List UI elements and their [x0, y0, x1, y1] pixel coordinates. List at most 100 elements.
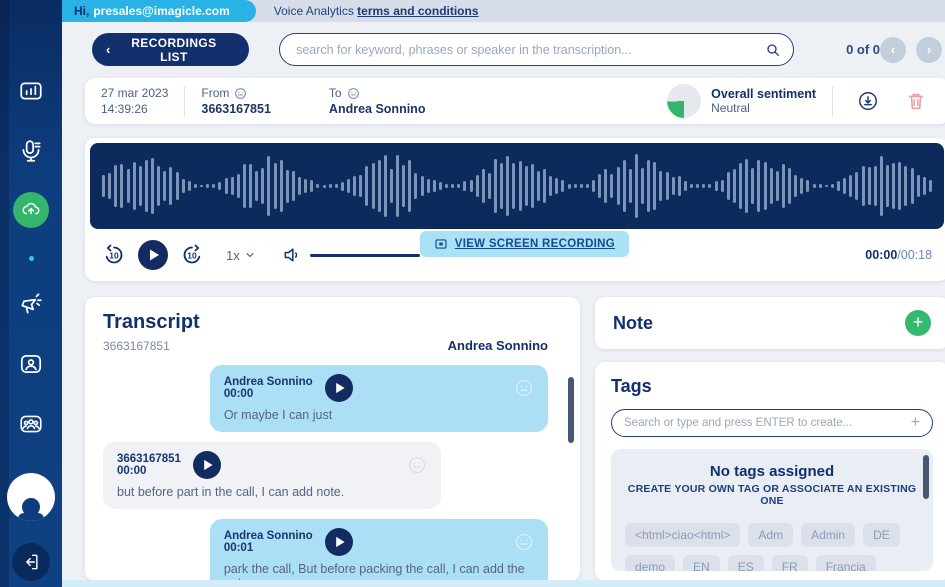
waveform-bar: [280, 160, 283, 212]
note-panel: Note +: [595, 297, 945, 349]
recording-from: From 3663167851: [185, 86, 287, 116]
volume-icon[interactable]: [282, 245, 302, 265]
waveform-bar: [176, 172, 179, 199]
divider: [832, 86, 833, 116]
bubble-play-button[interactable]: [325, 528, 353, 556]
waveform-bar: [396, 155, 399, 216]
waveform-bar: [561, 180, 564, 192]
waveform-bar: [218, 182, 221, 191]
waveform-bar: [604, 169, 607, 202]
scrollbar-thumb[interactable]: [568, 377, 574, 443]
playback-speed-selector[interactable]: 1x: [226, 248, 256, 263]
search-input[interactable]: [296, 43, 765, 57]
waveform-bar: [580, 184, 583, 187]
logout-icon[interactable]: [12, 543, 50, 581]
waveform-bar: [837, 181, 840, 190]
notification-dot: [29, 256, 34, 261]
rewind-10-button[interactable]: 10: [102, 243, 126, 267]
download-button[interactable]: [849, 90, 887, 112]
bubble-play-button[interactable]: [193, 451, 221, 479]
waveform-bar: [194, 184, 197, 188]
bubble-text: but before part in the call, I can add n…: [117, 485, 427, 499]
waveform-bar: [494, 159, 497, 213]
add-note-button[interactable]: +: [905, 310, 931, 336]
upload-icon[interactable]: [13, 192, 49, 228]
waveform-bar: [433, 180, 436, 193]
waveform-bar: [108, 173, 111, 199]
waveform-bar: [488, 173, 491, 198]
tag-chip[interactable]: FR: [772, 555, 808, 571]
bubble-timestamp: 00:01: [224, 542, 313, 554]
waveform-bar: [506, 156, 509, 217]
tag-chip[interactable]: Francia: [816, 555, 876, 571]
team-icon[interactable]: [16, 409, 46, 439]
transcript-scrollbar[interactable]: [568, 377, 574, 567]
tag-search-input[interactable]: [624, 417, 911, 429]
analytics-icon[interactable]: [16, 76, 46, 106]
to-label: To: [329, 86, 342, 100]
waveform-bar: [531, 164, 534, 207]
terms-link[interactable]: terms and conditions: [357, 4, 478, 18]
recording-to: To Andrea Sonnino: [313, 86, 442, 116]
top-strip: Hi, presales@imagicle.com Voice Analytic…: [62, 0, 945, 22]
delete-button[interactable]: [897, 90, 935, 112]
add-tag-icon[interactable]: +: [911, 414, 920, 432]
chevron-down-icon: [244, 249, 256, 261]
sidebar: [0, 0, 62, 587]
recordings-mic-icon[interactable]: [16, 136, 46, 166]
forward-10-button[interactable]: 10: [180, 243, 204, 267]
user-avatar[interactable]: [7, 473, 55, 521]
tag-chip[interactable]: EN: [683, 555, 720, 571]
waveform-bar: [200, 185, 203, 188]
bubble-sentiment-icon[interactable]: [407, 455, 427, 475]
tags-scrollbar-thumb[interactable]: [923, 455, 929, 499]
waveform-bar: [390, 169, 393, 203]
waveform-bar: [574, 184, 577, 188]
waveform-bar: [880, 156, 883, 217]
download-icon: [857, 90, 879, 112]
waveform-bar: [898, 162, 901, 209]
tag-chip[interactable]: <html>ciao<html>: [625, 523, 740, 547]
play-button[interactable]: [138, 240, 168, 270]
tag-chip[interactable]: Admin: [801, 523, 855, 547]
waveform-bar: [421, 176, 424, 196]
bubble-play-button[interactable]: [325, 374, 353, 402]
waveform-bar: [764, 162, 767, 209]
waveform-bar: [427, 179, 430, 193]
waveform-bar: [813, 184, 816, 187]
tag-chip[interactable]: Adm: [748, 523, 793, 547]
app-title: Voice Analytics terms and conditions: [274, 4, 479, 18]
waveform-bar: [708, 184, 711, 189]
toolbar: ‹ RECORDINGS LIST 0 of 0 ‹ ›: [62, 22, 945, 76]
waveform[interactable]: [90, 143, 944, 229]
recordings-list-back-button[interactable]: ‹ RECORDINGS LIST: [92, 33, 249, 66]
waveform-bar: [629, 169, 632, 203]
tag-chip[interactable]: DE: [863, 523, 900, 547]
next-recording-button[interactable]: ›: [916, 37, 942, 63]
tag-chip[interactable]: ES: [728, 555, 764, 571]
transcript-right-speaker: Andrea Sonnino: [448, 338, 548, 353]
waveform-bar: [212, 184, 215, 188]
recording-time: 14:39:26: [101, 102, 168, 116]
volume-slider[interactable]: [310, 254, 420, 257]
waveform-bar: [592, 180, 595, 192]
waveform-bar: [274, 163, 277, 209]
waveform-bar: [163, 171, 166, 201]
transcript-panel: Transcript 3663167851 Andrea Sonnino And…: [85, 297, 580, 581]
bubble-sentiment-icon[interactable]: [514, 378, 534, 398]
bubble-sentiment-icon[interactable]: [514, 532, 534, 552]
view-screen-recording-button[interactable]: VIEW SCREEN RECORDING: [420, 231, 629, 257]
waveform-bar: [690, 184, 693, 188]
contact-card-icon[interactable]: [16, 349, 46, 379]
transcription-search: [279, 33, 794, 66]
announcement-icon[interactable]: [16, 289, 46, 319]
waveform-bar: [304, 179, 307, 192]
waveform-bar: [770, 168, 773, 204]
waveform-bar: [549, 176, 552, 195]
recording-date: 27 mar 2023: [101, 86, 168, 100]
waveform-bar: [892, 163, 895, 210]
from-value: 3663167851: [201, 102, 271, 116]
waveform-bar: [519, 161, 522, 211]
prev-recording-button[interactable]: ‹: [880, 37, 906, 63]
tag-chip[interactable]: demo: [625, 555, 675, 571]
